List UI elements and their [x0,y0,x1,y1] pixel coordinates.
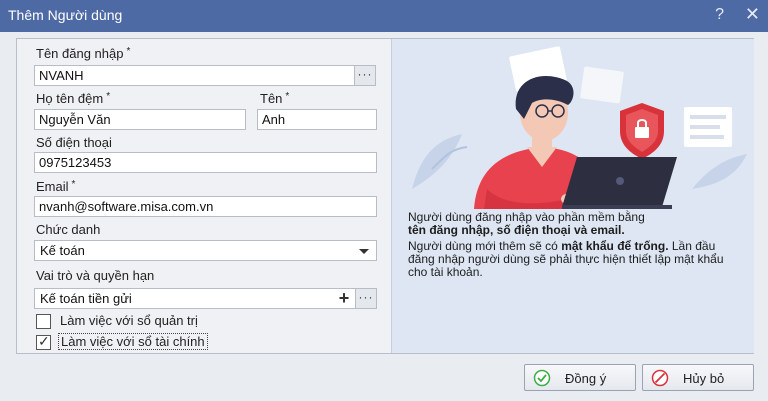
username-input[interactable] [35,66,367,85]
cancel-circle-icon [651,369,669,387]
form-panel: Tên đăng nhập* ··· Họ tên đệm* Tên* Số đ… [16,38,754,354]
check-circle-icon [533,369,551,387]
financial-book-checkbox[interactable]: ✓ [36,333,51,350]
close-button[interactable]: ✕ [745,4,760,25]
middle-name-field[interactable] [34,109,246,130]
chevron-down-icon[interactable] [359,249,369,254]
username-lookup-button[interactable]: ··· [354,65,376,86]
first-name-input[interactable] [258,110,376,129]
phone-label: Số điện thoại [36,135,112,150]
management-book-label[interactable]: Làm việc với sổ quản trị [60,313,198,328]
position-dropdown[interactable]: Kế toán [34,240,377,261]
illustration-user-laptop-icon [412,46,747,209]
first-name-label: Tên * [260,91,290,106]
phone-input[interactable] [35,153,376,172]
add-role-icon[interactable]: + [334,289,354,308]
role-field[interactable]: Kế toán tiền gửi + [34,288,356,309]
cancel-button[interactable]: Hủy bỏ [642,364,754,391]
position-value: Kế toán [40,243,85,258]
username-field[interactable] [34,65,368,86]
middle-name-label: Họ tên đệm * [36,91,111,106]
email-field[interactable] [34,196,377,217]
help-button[interactable]: ? [715,6,724,24]
email-input[interactable] [35,197,376,216]
info-panel: Người dùng đăng nhập vào phần mềm bằng t… [391,39,754,353]
info-text-2: Người dùng mới thêm sẽ có mật khẩu để tr… [408,239,724,279]
username-label: Tên đăng nhập * [36,46,131,61]
role-more-button[interactable]: ··· [355,288,377,309]
title-bar: Thêm Người dùng ? ✕ [0,0,768,32]
info-text-1: Người dùng đăng nhập vào phần mềm bằng t… [408,210,645,237]
role-label: Vai trò và quyền hạn [36,268,155,283]
position-label: Chức danh [36,222,101,237]
checkmark-icon: ✓ [38,333,50,349]
role-value: Kế toán tiền gửi [40,291,132,306]
first-name-field[interactable] [257,109,377,130]
phone-field[interactable] [34,152,377,173]
dialog-body: Tên đăng nhập* ··· Họ tên đệm* Tên* Số đ… [0,32,768,401]
middle-name-input[interactable] [35,110,245,129]
email-label: Email * [36,179,76,194]
dialog-title: Thêm Người dùng [8,7,123,23]
financial-book-label[interactable]: Làm việc với sổ tài chính [58,333,208,350]
management-book-checkbox[interactable] [36,314,51,329]
ok-button[interactable]: Đồng ý [524,364,636,391]
